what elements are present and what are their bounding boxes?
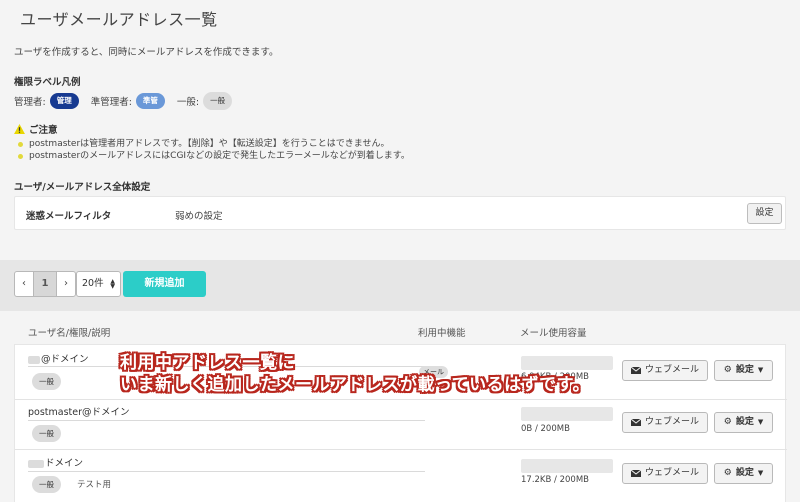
role-badge: 一般 [32,476,61,493]
row-divider [15,399,787,400]
warning-icon [14,124,25,134]
gear-icon: ⚙ [723,468,732,478]
page-title: ユーザメールアドレス一覧 [20,10,218,29]
notice-heading: ご注意 [14,122,58,136]
general-legend-label: 一般: [176,97,200,108]
intro-text: ユーザを作成すると、同時にメールアドレスを作成できます。 [14,47,279,58]
gear-icon: ⚙ [723,365,732,375]
global-settings-card: 迷惑メールフィルタ 弱めの設定 設定 [14,196,786,230]
row-divider [15,449,787,450]
prev-page-button[interactable]: ‹ [14,271,34,297]
select-caret-icon: ▲ ▼ [110,278,115,290]
user-settings-button[interactable]: ⚙ 設定 ▼ [714,412,773,433]
global-settings-heading: ユーザ/メールアドレス全体設定 [14,182,151,193]
next-page-button[interactable]: › [56,271,76,297]
usage-text: 17.2KB / 200MB [521,475,589,485]
bullet-icon [18,141,23,147]
chevron-down-icon: ▼ [757,418,764,426]
notice-item-text: postmasterは管理者用アドレスです。【削除】や【転送設定】を行うことはで… [29,139,390,149]
webmail-button[interactable]: ウェブメール [622,412,708,433]
spam-filter-label: 迷惑メールフィルタ [26,211,112,222]
redacted-block [28,355,40,364]
redacted-block [28,459,44,468]
legend-title: 権限ラベル凡例 [14,77,81,88]
column-header-usage: メール使用容量 [520,328,587,339]
gear-icon: ⚙ [723,417,732,427]
webmail-button[interactable]: ウェブメール [622,360,708,381]
role-badge: 一般 [32,425,61,442]
per-page-value: 20件 [82,278,104,289]
add-user-button[interactable]: 新規追加 [123,271,206,297]
envelope-icon [630,367,641,374]
role-legend: 管理者: 管理 準管理者: 準管 一般: 一般 [14,91,233,111]
webmail-button[interactable]: ウェブメール [622,463,708,484]
admin-legend-label: 管理者: [14,97,46,108]
divider [28,420,425,421]
sub-admin-badge: 準管 [135,93,165,109]
chevron-down-icon: ▼ [757,469,764,477]
notice-item: postmasterのメールアドレスにはCGIなどの設定で発生したエラーメールな… [18,150,410,162]
column-header-user: ユーザ名/権限/説明 [28,328,111,339]
user-name: ドメイン [28,455,83,469]
per-page-select[interactable]: 20件 ▲ ▼ [76,271,121,297]
sub-admin-legend-label: 準管理者: [90,97,132,108]
spam-filter-value: 弱めの設定 [175,211,223,222]
usage-bar [521,407,613,421]
column-header-functions: 利用中機能 [418,328,466,339]
notice-item: postmasterは管理者用アドレスです。【削除】や【転送設定】を行うことはで… [18,138,410,150]
user-settings-button[interactable]: ⚙ 設定 ▼ [714,463,773,484]
chevron-down-icon: ▼ [757,366,764,374]
annotation-line-2: いま新しく追加したメールアドレスが載っているはずです。 [120,375,590,395]
role-badge: 一般 [32,373,61,390]
annotation-line-1: 利用中アドレス一覧に [120,353,295,373]
pagination: ‹ 1 › [14,271,76,297]
divider [28,471,425,472]
notice-item-text: postmasterのメールアドレスにはCGIなどの設定で発生したエラーメールな… [29,151,410,161]
general-badge: 一般 [203,92,233,110]
user-name: @ドメイン [28,351,89,365]
spam-filter-settings-button[interactable]: 設定 [747,203,782,224]
envelope-icon [630,419,641,426]
notice-title: ご注意 [29,125,58,136]
tutorial-annotation: 利用中アドレス一覧に いま新しく追加したメールアドレスが載っているはずです。 [120,352,590,396]
user-description: テスト用 [77,480,112,490]
envelope-icon [630,470,641,477]
user-settings-button[interactable]: ⚙ 設定 ▼ [714,360,773,381]
admin-badge: 管理 [49,93,79,109]
usage-bar [521,459,613,473]
notice-list: postmasterは管理者用アドレスです。【削除】や【転送設定】を行うことはで… [18,138,410,162]
bullet-icon [18,153,23,159]
current-page[interactable]: 1 [34,271,56,297]
user-name: postmaster@ドメイン [28,407,130,418]
usage-text: 0B / 200MB [521,424,570,434]
